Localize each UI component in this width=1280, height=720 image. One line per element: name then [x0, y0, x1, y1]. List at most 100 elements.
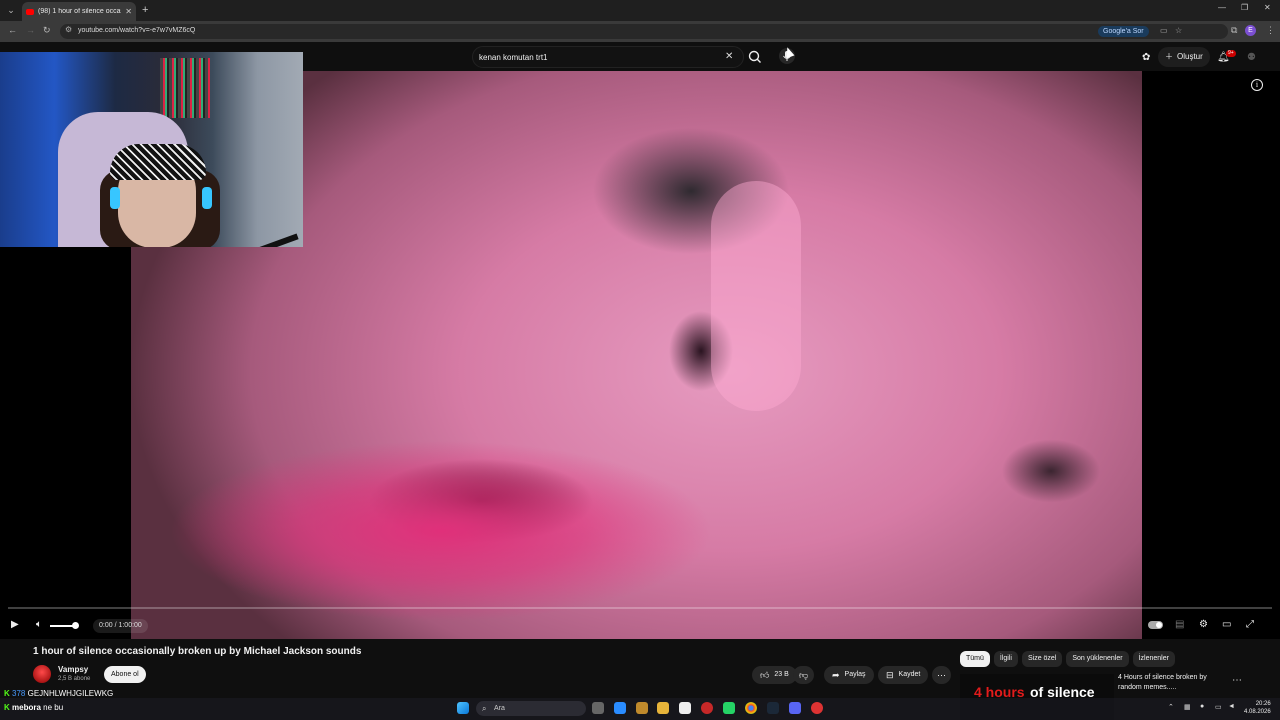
video-title: 1 hour of silence occasionally broken up… — [33, 646, 362, 657]
video-content-highlight — [711, 181, 801, 411]
notification-count-badge: 9+ — [1226, 50, 1236, 57]
discord-icon[interactable] — [789, 702, 801, 714]
streamer-webcam — [0, 52, 303, 247]
bookmark-icon: ⊟ — [886, 670, 894, 680]
whatsapp-icon[interactable] — [723, 702, 735, 714]
windows-taskbar: ⌕ Ara ⌃ ▦ ● ▭ ◄ 20:26 4.08.2026 — [0, 698, 1280, 720]
widget-icon[interactable] — [636, 702, 648, 714]
minimize-icon[interactable]: — — [1218, 3, 1226, 12]
volume-slider[interactable] — [50, 625, 74, 627]
maximize-icon[interactable]: ❐ — [1241, 3, 1248, 12]
dislike-button[interactable]: 👎︎ — [793, 666, 815, 684]
address-bar[interactable]: ⚙ youtube.com/watch?v=-e7w7vMZ6cQ Google… — [60, 24, 1228, 39]
new-tab-plus-icon[interactable]: + — [142, 3, 148, 17]
settings-gear-icon[interactable]: ⚙ — [1199, 619, 1208, 630]
chip-watched[interactable]: İzlenenler — [1132, 651, 1175, 667]
youtube-favicon-icon — [26, 8, 34, 15]
recommended-title[interactable]: 4 Hours of silence broken by random meme… — [1118, 673, 1228, 693]
profile-avatar[interactable]: E — [1245, 25, 1256, 36]
taskbar-search-placeholder: Ara — [494, 705, 505, 712]
chrome-icon[interactable] — [745, 702, 757, 714]
info-icon[interactable]: i — [1251, 79, 1263, 91]
more-actions-button[interactable]: ⋯ — [932, 666, 951, 684]
search-icon[interactable] — [746, 48, 764, 66]
progress-bar[interactable] — [8, 607, 1272, 609]
steam-icon[interactable] — [767, 702, 779, 714]
reload-icon[interactable]: ↻ — [43, 25, 51, 36]
chip-for-you[interactable]: Size özel — [1021, 651, 1063, 667]
tray-chevron-icon[interactable]: ⌃ — [1168, 703, 1174, 711]
speaker-icon[interactable]: ◄ — [1228, 703, 1235, 710]
fullscreen-icon[interactable]: ⤢ — [1246, 619, 1254, 630]
browser-menu-icon[interactable]: ⋮ — [1266, 25, 1275, 36]
recommended-more-icon[interactable]: ⋯ — [1232, 675, 1242, 686]
store-icon[interactable] — [679, 702, 691, 714]
screen: ⌄ (98) 1 hour of silence occasionally br… — [0, 0, 1280, 720]
kick-icon: K — [4, 703, 10, 712]
tab-search-chevron-icon[interactable]: ⌄ — [4, 3, 18, 17]
microphone-arm — [221, 233, 299, 247]
channel-avatar[interactable] — [33, 665, 51, 683]
more-horizontal-icon: ⋯ — [937, 670, 946, 680]
volume-knob[interactable] — [72, 622, 79, 629]
bookshelf — [160, 58, 210, 118]
back-arrow-icon[interactable]: ← — [8, 25, 17, 35]
plus-icon: ＋ — [1165, 52, 1173, 61]
thumbs-up-icon: 👍︎ — [760, 670, 770, 680]
taskbar-search[interactable]: ⌕ Ara — [476, 701, 586, 716]
chip-all[interactable]: Tümü — [960, 651, 990, 667]
extensions-icon[interactable]: ⧉ — [1231, 25, 1237, 36]
browser-tab-bar: ⌄ (98) 1 hour of silence occasionally br… — [0, 0, 1280, 21]
create-label: Oluştur — [1177, 52, 1203, 61]
mic-tray-icon[interactable]: ● — [1200, 703, 1204, 710]
subscribe-button[interactable]: Abone ol — [104, 666, 146, 683]
share-button[interactable]: ➦ Paylaş — [824, 666, 874, 684]
streamer-bandana — [110, 144, 206, 180]
chat-text: ne bu — [43, 703, 64, 712]
play-icon[interactable]: ▶ — [11, 619, 19, 630]
file-explorer-icon[interactable] — [657, 702, 669, 714]
subtitles-icon[interactable]: ▤ — [1175, 619, 1184, 630]
chat-count: 378 — [12, 689, 26, 698]
chip-recent[interactable]: Son yüklenenler — [1066, 651, 1129, 667]
browser-tab[interactable]: (98) 1 hour of silence occasionally brok… — [22, 2, 136, 21]
window-close-icon[interactable]: ✕ — [1264, 3, 1271, 12]
save-button[interactable]: ⊟ Kaydet — [878, 666, 929, 684]
chat-text: GEJNHLWHJGILEWKG — [27, 689, 114, 698]
like-button[interactable]: 👍︎ 23 B — [752, 666, 797, 684]
forward-arrow-icon[interactable]: → — [26, 25, 35, 35]
create-button[interactable]: ＋ Oluştur — [1158, 47, 1210, 67]
theater-mode-icon[interactable]: ▭ — [1222, 619, 1231, 630]
network-icon[interactable]: ▭ — [1215, 703, 1222, 711]
google-ask-chip[interactable]: Google'a Sor — [1098, 26, 1149, 37]
extension-puzzle-icon[interactable]: ✿ — [1142, 52, 1150, 63]
copilot-icon[interactable] — [614, 702, 626, 714]
volume-icon[interactable]: 🔈︎ — [36, 619, 42, 630]
thumbs-down-icon: 👎︎ — [799, 670, 809, 680]
tray-app-icon[interactable]: ▦ — [1184, 703, 1191, 711]
task-view-icon[interactable] — [592, 702, 604, 714]
system-clock[interactable]: 20:26 4.08.2026 — [1244, 700, 1271, 716]
site-info-icon[interactable]: ⚙ — [65, 25, 72, 34]
chat-message: K mebora ne bu — [4, 703, 63, 712]
obs-icon[interactable] — [811, 702, 823, 714]
time-display: 0:00 / 1:00:00 — [93, 619, 148, 633]
kick-icon: K — [4, 689, 10, 698]
account-icon[interactable]: ⚉ — [1247, 52, 1256, 63]
cast-icon[interactable]: ▭ — [1160, 26, 1168, 35]
search-input[interactable] — [479, 50, 709, 64]
search-box: ✕ — [472, 46, 744, 68]
filter-chips: Tümü İlgili Size özel Son yüklenenler İz… — [960, 651, 1175, 667]
start-windows-icon[interactable] — [457, 702, 469, 714]
chat-username: mebora — [12, 703, 41, 712]
clear-search-icon[interactable]: ✕ — [725, 51, 733, 62]
channel-name[interactable]: Vampsy — [58, 665, 88, 674]
opera-icon[interactable] — [701, 702, 713, 714]
clock-date: 4.08.2026 — [1244, 709, 1271, 715]
autoplay-toggle[interactable] — [1148, 621, 1163, 629]
tab-close-icon[interactable]: ✕ — [125, 7, 132, 16]
subscriber-count: 2,5 B abone — [58, 676, 91, 682]
bookmark-star-icon[interactable]: ☆ — [1175, 26, 1182, 35]
headset — [110, 187, 120, 209]
chip-related[interactable]: İlgili — [993, 651, 1018, 667]
